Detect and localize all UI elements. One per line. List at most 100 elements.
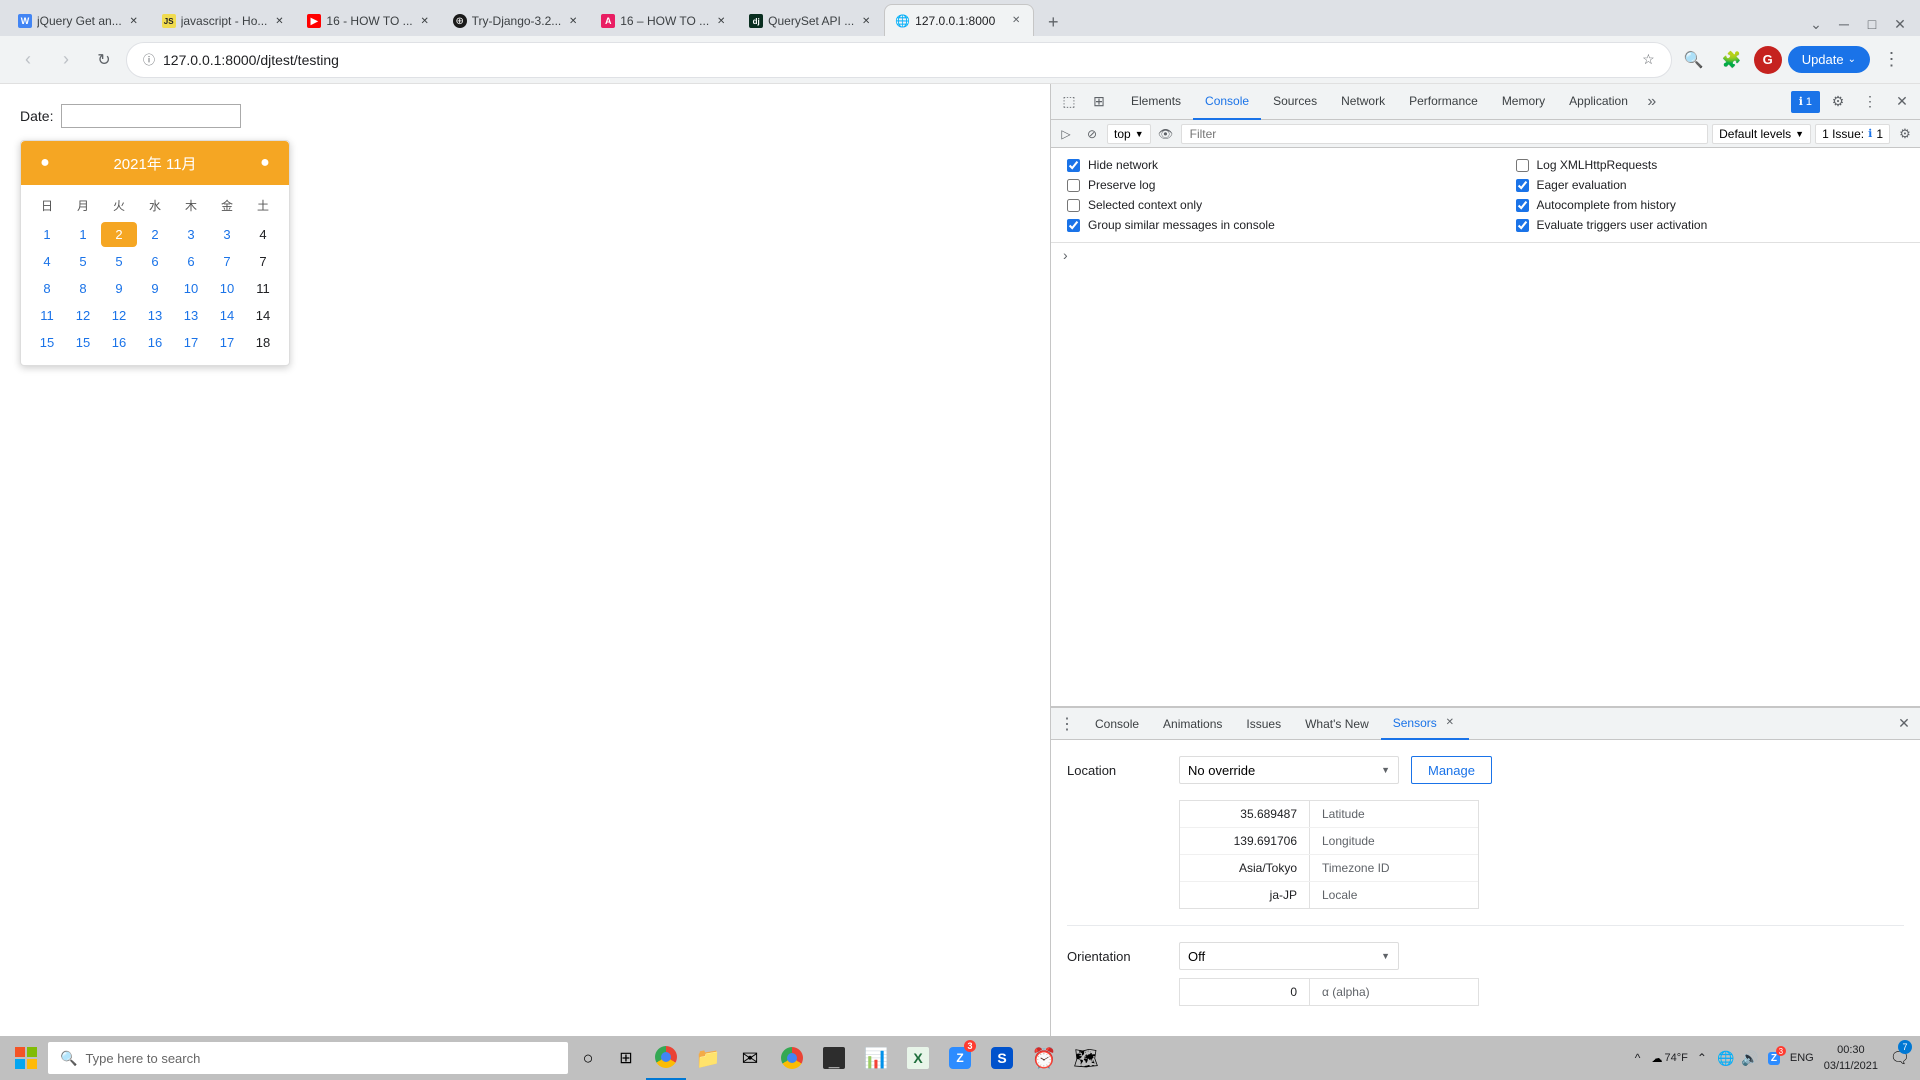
tray-network[interactable]: 🌐	[1716, 1048, 1736, 1068]
cal-cell[interactable]: 13	[137, 303, 173, 328]
tab-console[interactable]: Console	[1193, 84, 1261, 120]
cortana-button[interactable]: ○	[570, 1040, 606, 1076]
cal-cell[interactable]: 4	[245, 222, 281, 247]
extensions-icon[interactable]: 🧩	[1716, 44, 1748, 76]
cal-cell[interactable]: 5	[65, 249, 101, 274]
selected-context-checkbox[interactable]	[1067, 199, 1080, 212]
tab-network[interactable]: Network	[1329, 84, 1397, 120]
cal-cell[interactable]: 12	[65, 303, 101, 328]
devtools-close[interactable]: ✕	[1888, 88, 1916, 116]
sensors-tab-close[interactable]: ✕	[1443, 716, 1457, 730]
tab-5[interactable]: A 16 – HOW TO ... ✕	[591, 6, 738, 36]
taskview-button[interactable]: ⊞	[608, 1040, 644, 1076]
cal-cell[interactable]: 6	[173, 249, 209, 274]
tray-expand[interactable]: ^	[1628, 1048, 1648, 1068]
more-tabs[interactable]: »	[1640, 88, 1664, 116]
cal-cell[interactable]: 1	[29, 222, 65, 247]
taskbar-app-ppt[interactable]: 📊	[856, 1036, 896, 1080]
tab-4-close[interactable]: ✕	[566, 14, 580, 28]
nav-refresh[interactable]: ↻	[88, 44, 120, 76]
manage-button[interactable]: Manage	[1411, 756, 1492, 784]
taskbar-app-clock[interactable]: ⏰	[1024, 1036, 1064, 1080]
cal-cell[interactable]: 14	[209, 303, 245, 328]
cal-cell[interactable]: 13	[173, 303, 209, 328]
tray-zoom-badge[interactable]: Z 3	[1764, 1048, 1784, 1068]
device-icon[interactable]: ⊞	[1085, 88, 1113, 116]
taskbar-app-sourcetree[interactable]: S	[982, 1036, 1022, 1080]
chrome-menu[interactable]: ⋮	[1876, 44, 1908, 76]
cal-cell[interactable]: 8	[65, 276, 101, 301]
setting-group-similar[interactable]: Group similar messages in console	[1067, 218, 1456, 232]
taskbar-app-chrome[interactable]	[646, 1036, 686, 1080]
cal-cell[interactable]: 9	[137, 276, 173, 301]
location-select[interactable]: No override ▼	[1179, 756, 1399, 784]
taskbar-app-excel[interactable]: X	[898, 1036, 938, 1080]
nav-back[interactable]: ‹	[12, 44, 44, 76]
cal-cell[interactable]: 11	[245, 276, 281, 301]
console-block-icon[interactable]: ⊘	[1081, 123, 1103, 145]
tab-1-close[interactable]: ✕	[127, 14, 141, 28]
devtools-more[interactable]: ⋮	[1856, 88, 1884, 116]
cal-cell[interactable]: 11	[29, 303, 65, 328]
tab-5-close[interactable]: ✕	[714, 14, 728, 28]
tray-lang[interactable]: ENG	[1788, 1052, 1816, 1064]
search-icon[interactable]: 🔍	[1678, 44, 1710, 76]
inspect-icon[interactable]: ⬚	[1055, 88, 1083, 116]
bottom-tab-issues[interactable]: Issues	[1234, 708, 1293, 740]
tab-3-close[interactable]: ✕	[418, 14, 432, 28]
clock-display[interactable]: 00:30 03/11/2021	[1820, 1042, 1882, 1075]
url-bar[interactable]: ⓘ 127.0.0.1:8000/djtest/testing ☆	[126, 42, 1672, 78]
bookmark-icon[interactable]: ☆	[1642, 51, 1655, 68]
tab-2[interactable]: JS javascript - Ho... ✕	[152, 6, 297, 36]
start-button[interactable]	[6, 1038, 46, 1078]
devtools-settings[interactable]: ⚙	[1824, 88, 1852, 116]
nav-forward[interactable]: ›	[50, 44, 82, 76]
console-filter-input[interactable]	[1181, 124, 1709, 144]
cal-cell[interactable]: 18	[245, 330, 281, 355]
window-close[interactable]: ✕	[1888, 12, 1912, 36]
taskbar-app-chrome2[interactable]	[772, 1036, 812, 1080]
taskbar-app-zoom[interactable]: Z 3	[940, 1036, 980, 1080]
setting-hide-network[interactable]: Hide network	[1067, 158, 1456, 172]
log-xml-checkbox[interactable]	[1516, 159, 1529, 172]
bottom-tab-sensors[interactable]: Sensors ✕	[1381, 708, 1469, 740]
eager-eval-checkbox[interactable]	[1516, 179, 1529, 192]
tab-3[interactable]: ▶ 16 - HOW TO ... ✕	[297, 6, 441, 36]
cal-cell[interactable]: 12	[101, 303, 137, 328]
tab-performance[interactable]: Performance	[1397, 84, 1490, 120]
tab-7-close[interactable]: ✕	[1009, 14, 1023, 28]
cal-cell[interactable]: 2	[137, 222, 173, 247]
setting-selected-context[interactable]: Selected context only	[1067, 198, 1456, 212]
cal-cell[interactable]: 15	[65, 330, 101, 355]
cal-next[interactable]: ●	[253, 151, 277, 175]
tab-7-active[interactable]: 🌐 127.0.0.1:8000 ✕	[884, 4, 1034, 36]
setting-autocomplete[interactable]: Autocomplete from history	[1516, 198, 1905, 212]
console-expand-arrow[interactable]: ›	[1059, 243, 1072, 267]
bt-menu[interactable]: ⋮	[1055, 712, 1079, 736]
tab-6-close[interactable]: ✕	[859, 14, 873, 28]
bottom-panel-close[interactable]: ✕	[1892, 712, 1916, 736]
tray-up-arrow[interactable]: ⌃	[1692, 1048, 1712, 1068]
default-levels-select[interactable]: Default levels ▼	[1712, 124, 1811, 144]
tab-elements[interactable]: Elements	[1119, 84, 1193, 120]
orientation-select[interactable]: Off ▼	[1179, 942, 1399, 970]
cal-cell[interactable]: 8	[29, 276, 65, 301]
cal-cell[interactable]: 7	[245, 249, 281, 274]
cal-cell[interactable]: 9	[101, 276, 137, 301]
console-play-icon[interactable]: ▷	[1055, 123, 1077, 145]
issue-counter[interactable]: 1 Issue: ℹ 1	[1815, 124, 1890, 144]
cal-cell[interactable]: 5	[101, 249, 137, 274]
issue-badge[interactable]: ℹ 1	[1791, 91, 1820, 113]
bottom-tab-whatsnew[interactable]: What's New	[1293, 708, 1381, 740]
cal-cell-today[interactable]: 2	[101, 222, 137, 247]
taskbar-app-terminal[interactable]: _	[814, 1036, 854, 1080]
notification-button[interactable]: 🗨 7	[1886, 1036, 1914, 1080]
group-similar-checkbox[interactable]	[1067, 219, 1080, 232]
setting-eager-eval[interactable]: Eager evaluation	[1516, 178, 1905, 192]
setting-preserve-log[interactable]: Preserve log	[1067, 178, 1456, 192]
cal-cell[interactable]: 4	[29, 249, 65, 274]
tray-temp[interactable]: ☁ 74°F	[1652, 1052, 1688, 1065]
cal-cell[interactable]: 3	[209, 222, 245, 247]
cal-cell[interactable]: 1	[65, 222, 101, 247]
window-minimize[interactable]: ─	[1832, 12, 1856, 36]
